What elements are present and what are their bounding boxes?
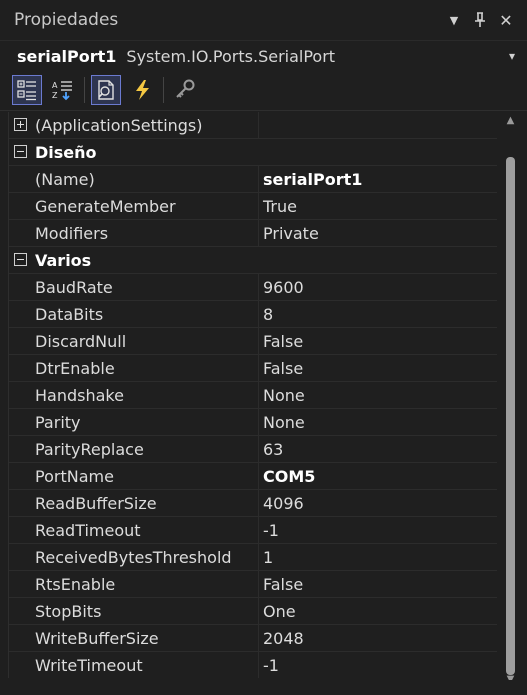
property-name: StopBits	[9, 598, 259, 625]
object-dropdown-icon[interactable]: ▾	[509, 49, 515, 63]
property-value[interactable]: serialPort1	[259, 166, 497, 193]
property-row[interactable]: Handshake None	[9, 382, 497, 409]
property-value[interactable]: 9600	[259, 274, 497, 301]
categorized-button[interactable]	[12, 75, 42, 105]
property-name: Handshake	[9, 382, 259, 409]
property-value[interactable]: 1	[259, 544, 497, 571]
property-name: ReceivedBytesThreshold	[9, 544, 259, 571]
property-value[interactable]: False	[259, 328, 497, 355]
property-name: Modifiers	[9, 220, 259, 247]
pin-icon[interactable]	[467, 7, 493, 33]
events-button[interactable]	[127, 75, 157, 105]
property-value[interactable]: 4096	[259, 490, 497, 517]
close-icon[interactable]: ✕	[493, 7, 519, 33]
property-row[interactable]: (Name) serialPort1	[9, 166, 497, 193]
bottom-border	[0, 680, 527, 695]
category-filler	[259, 139, 497, 166]
category-filler	[259, 247, 497, 274]
property-name: (ApplicationSettings)	[9, 112, 259, 139]
window-title: Propiedades	[14, 10, 119, 30]
property-value[interactable]	[259, 112, 497, 139]
property-name: GenerateMember	[9, 193, 259, 220]
category-header[interactable]: Varios	[9, 247, 497, 274]
property-name: PortName	[9, 463, 259, 490]
object-selector[interactable]: serialPort1 System.IO.Ports.SerialPort ▾	[0, 40, 527, 71]
property-row[interactable]: ReadTimeout -1	[9, 517, 497, 544]
collapse-icon[interactable]	[14, 253, 27, 266]
category-name: Diseño	[9, 139, 259, 166]
property-row[interactable]: DiscardNull False	[9, 328, 497, 355]
property-row[interactable]: WriteBufferSize 2048	[9, 625, 497, 652]
toolbar-separator	[163, 77, 164, 103]
collapse-icon[interactable]	[14, 145, 27, 158]
svg-text:A: A	[52, 81, 58, 90]
scroll-thumb[interactable]	[506, 157, 515, 675]
property-row[interactable]: WriteTimeout -1	[9, 652, 497, 678]
property-name: RtsEnable	[9, 571, 259, 598]
property-name: DiscardNull	[9, 328, 259, 355]
property-name: ParityReplace	[9, 436, 259, 463]
property-row[interactable]: GenerateMember True	[9, 193, 497, 220]
property-row[interactable]: DataBits 8	[9, 301, 497, 328]
property-pages-button	[170, 75, 200, 105]
property-value[interactable]: 8	[259, 301, 497, 328]
vertical-scrollbar[interactable]: ▲ ▼	[502, 112, 519, 688]
properties-window: Propiedades ▼ ✕ serialPort1 System.IO.Po…	[0, 0, 527, 695]
category-header[interactable]: Diseño	[9, 139, 497, 166]
property-value[interactable]: One	[259, 598, 497, 625]
property-name: WriteTimeout	[9, 652, 259, 678]
property-row[interactable]: ReadBufferSize 4096	[9, 490, 497, 517]
property-value[interactable]: False	[259, 355, 497, 382]
property-value[interactable]: -1	[259, 652, 497, 678]
property-value[interactable]: True	[259, 193, 497, 220]
property-row[interactable]: BaudRate 9600	[9, 274, 497, 301]
properties-icon	[98, 80, 114, 100]
property-name: Parity	[9, 409, 259, 436]
property-name: WriteBufferSize	[9, 625, 259, 652]
property-row[interactable]: RtsEnable False	[9, 571, 497, 598]
category-list: Diseño (Name) serialPort1 GenerateMember Tru…	[9, 139, 497, 678]
property-value[interactable]: Private	[259, 220, 497, 247]
property-row[interactable]: Parity None	[9, 409, 497, 436]
property-row[interactable]: ParityReplace 63	[9, 436, 497, 463]
property-value[interactable]: -1	[259, 517, 497, 544]
toolbar: A Z	[0, 70, 527, 111]
object-type: System.IO.Ports.SerialPort	[126, 46, 336, 66]
svg-text:Z: Z	[52, 91, 58, 100]
category-name: Varios	[9, 247, 259, 274]
property-name: DataBits	[9, 301, 259, 328]
object-name: serialPort1	[17, 46, 117, 66]
property-value[interactable]: 2048	[259, 625, 497, 652]
property-name: ReadBufferSize	[9, 490, 259, 517]
property-row[interactable]: DtrEnable False	[9, 355, 497, 382]
properties-button[interactable]	[91, 75, 121, 105]
toolbar-separator	[84, 77, 85, 103]
property-name: (Name)	[9, 166, 259, 193]
scroll-track[interactable]	[506, 129, 515, 675]
category-application-settings[interactable]: (ApplicationSettings)	[9, 112, 497, 139]
title-bar: Propiedades ▼ ✕	[0, 0, 527, 40]
property-value[interactable]: None	[259, 409, 497, 436]
property-name: BaudRate	[9, 274, 259, 301]
property-value[interactable]: None	[259, 382, 497, 409]
title-controls: ▼ ✕	[441, 7, 519, 33]
expand-icon[interactable]	[14, 118, 27, 131]
property-value[interactable]: 63	[259, 436, 497, 463]
scroll-up-icon[interactable]: ▲	[502, 112, 519, 129]
alphabetical-button[interactable]: A Z	[48, 75, 78, 105]
property-row[interactable]: PortName COM5	[9, 463, 497, 490]
property-value[interactable]: COM5	[259, 463, 497, 490]
property-row[interactable]: ReceivedBytesThreshold 1	[9, 544, 497, 571]
property-name: ReadTimeout	[9, 517, 259, 544]
alphabetical-icon: A Z	[52, 81, 72, 101]
property-row[interactable]: Modifiers Private	[9, 220, 497, 247]
property-row[interactable]: StopBits One	[9, 598, 497, 625]
property-value[interactable]: False	[259, 571, 497, 598]
property-grid: (ApplicationSettings) Diseño (Name) serial…	[8, 112, 497, 678]
property-name: DtrEnable	[9, 355, 259, 382]
property-pages-icon	[176, 79, 195, 98]
events-icon	[136, 80, 149, 100]
categorized-icon	[17, 80, 36, 101]
window-position-dropdown-icon[interactable]: ▼	[441, 7, 467, 33]
